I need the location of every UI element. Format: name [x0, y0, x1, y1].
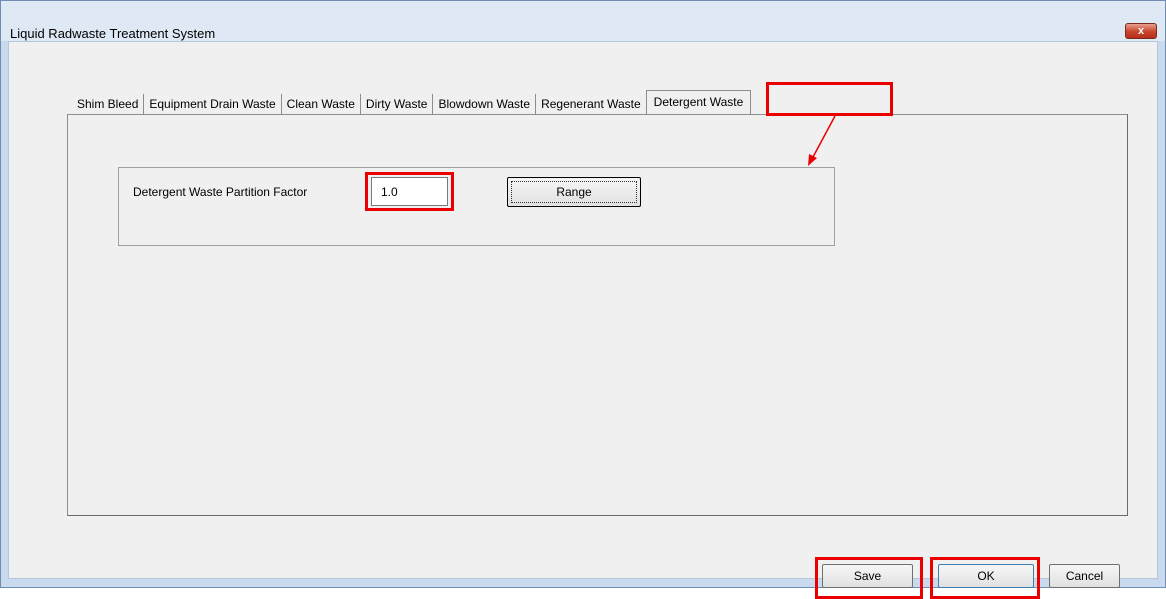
partition-factor-input[interactable] — [371, 177, 448, 206]
partition-factor-group — [118, 167, 835, 246]
cancel-button-label: Cancel — [1065, 569, 1104, 583]
cancel-button[interactable]: Cancel — [1049, 564, 1120, 588]
tab-regenerant-waste[interactable]: Regenerant Waste — [536, 94, 646, 114]
tab-equipment-drain-waste[interactable]: Equipment Drain Waste — [144, 94, 282, 114]
save-button-label: Save — [853, 569, 882, 583]
focus-rectangle — [511, 181, 637, 203]
save-button[interactable]: Save — [822, 564, 913, 588]
close-button[interactable]: x — [1125, 23, 1157, 39]
partition-factor-label: Detergent Waste Partition Factor — [133, 185, 308, 199]
tab-strip: Shim Bleed Equipment Drain Waste Clean W… — [72, 88, 752, 115]
tab-detergent-waste[interactable]: Detergent Waste — [645, 90, 752, 115]
tab-shim-bleed[interactable]: Shim Bleed — [72, 94, 145, 114]
window-title: Liquid Radwaste Treatment System — [10, 26, 216, 41]
close-icon: x — [1137, 25, 1145, 37]
tab-blowdown-waste[interactable]: Blowdown Waste — [433, 94, 537, 114]
tab-dirty-waste[interactable]: Dirty Waste — [361, 94, 434, 114]
ok-button[interactable]: OK — [938, 564, 1034, 588]
range-button[interactable]: Range — [507, 177, 641, 207]
ok-button-label: OK — [977, 569, 995, 583]
title-bar: Liquid Radwaste Treatment System x — [1, 1, 1165, 41]
tab-clean-waste[interactable]: Clean Waste — [282, 94, 361, 114]
